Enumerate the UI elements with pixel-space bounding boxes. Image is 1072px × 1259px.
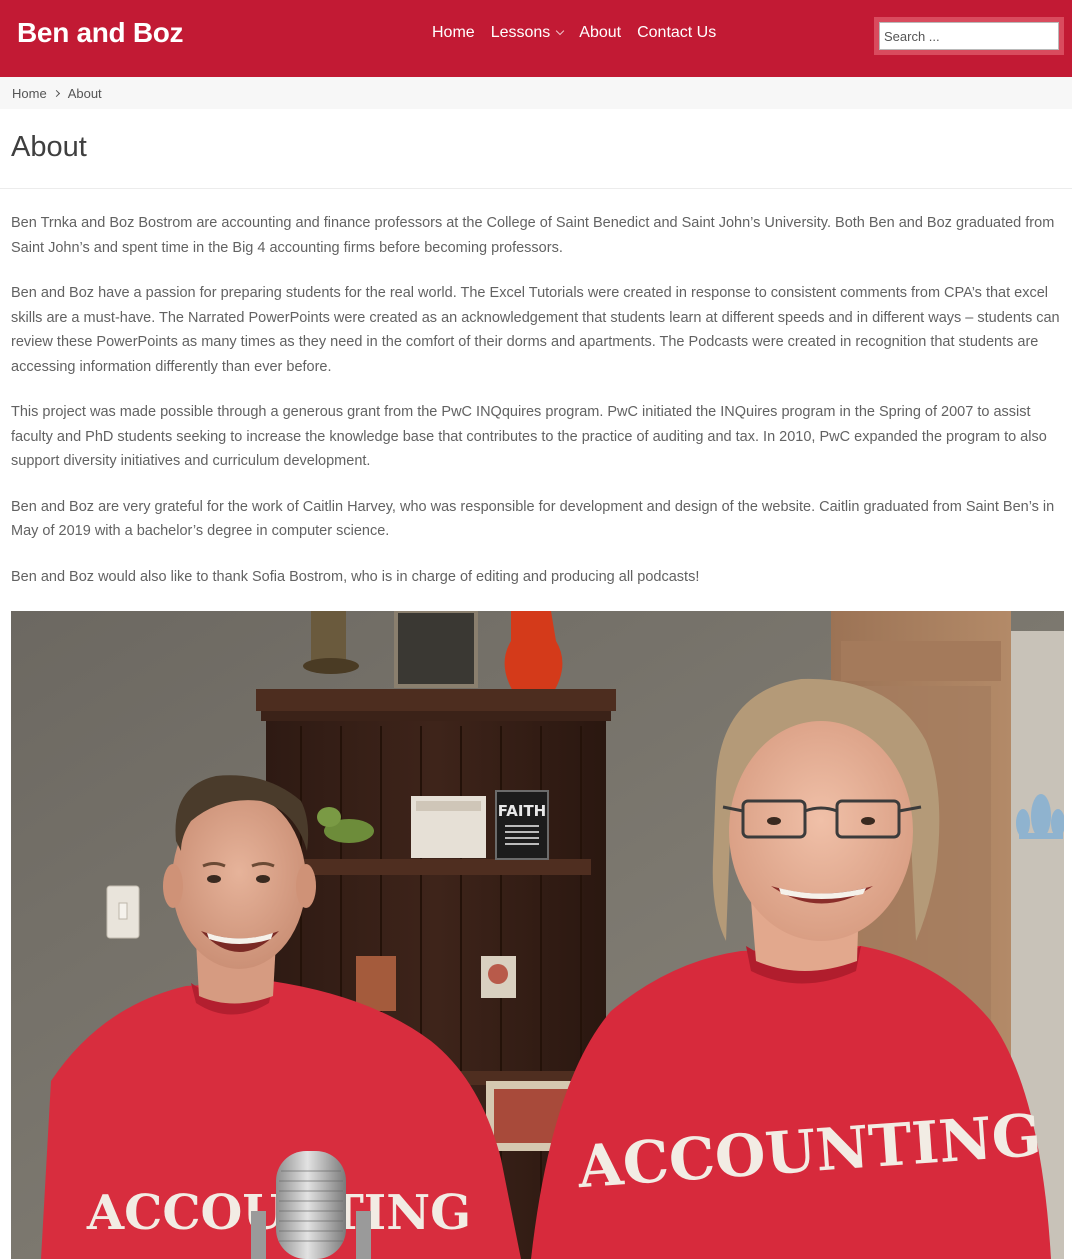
title-divider: [0, 188, 1072, 189]
nav-lessons[interactable]: Lessons: [490, 24, 565, 42]
breadcrumb-home-link[interactable]: Home: [12, 86, 47, 101]
picture-frame: [394, 611, 478, 688]
nav-about-label: About: [579, 24, 622, 41]
search-input[interactable]: [879, 22, 1059, 50]
paragraph-website-credit: Ben and Boz are very grateful for the wo…: [11, 498, 1055, 540]
paragraph-passion: Ben and Boz have a passion for preparing…: [11, 285, 1060, 375]
nav-contact-us[interactable]: Contact Us: [637, 24, 716, 42]
breadcrumb-current: About: [67, 85, 102, 101]
site-title[interactable]: Ben and Boz: [17, 17, 184, 49]
faith-sign-text: FAITH: [498, 802, 547, 820]
site-header: Ben and Boz Home Lessons About Contact U…: [0, 0, 1072, 77]
paragraph-podcast-credit: Ben and Boz would also like to thank Sof…: [11, 568, 700, 585]
professors-photo: FAITH ACCOUNTING: [11, 611, 1064, 1259]
nav-contact-label: Contact Us: [637, 24, 717, 41]
paragraph-intro: Ben Trnka and Boz Bostrom are accounting…: [11, 215, 1055, 256]
chevron-down-icon: [556, 26, 565, 36]
chevron-right-icon: [52, 89, 60, 97]
search-box: [874, 17, 1064, 55]
page-content: Ben Trnka and Boz Bostrom are accounting…: [11, 211, 1063, 610]
main-nav: Home Lessons About Contact Us: [432, 24, 716, 42]
paragraph-grant: This project was made possible through a…: [11, 404, 1047, 469]
nav-home[interactable]: Home: [432, 24, 475, 42]
breadcrumb: Home About: [0, 77, 1072, 109]
nav-home-label: Home: [432, 24, 475, 41]
nav-about[interactable]: About: [579, 24, 621, 42]
page-title: About: [11, 131, 87, 163]
nav-lessons-label: Lessons: [490, 24, 551, 41]
